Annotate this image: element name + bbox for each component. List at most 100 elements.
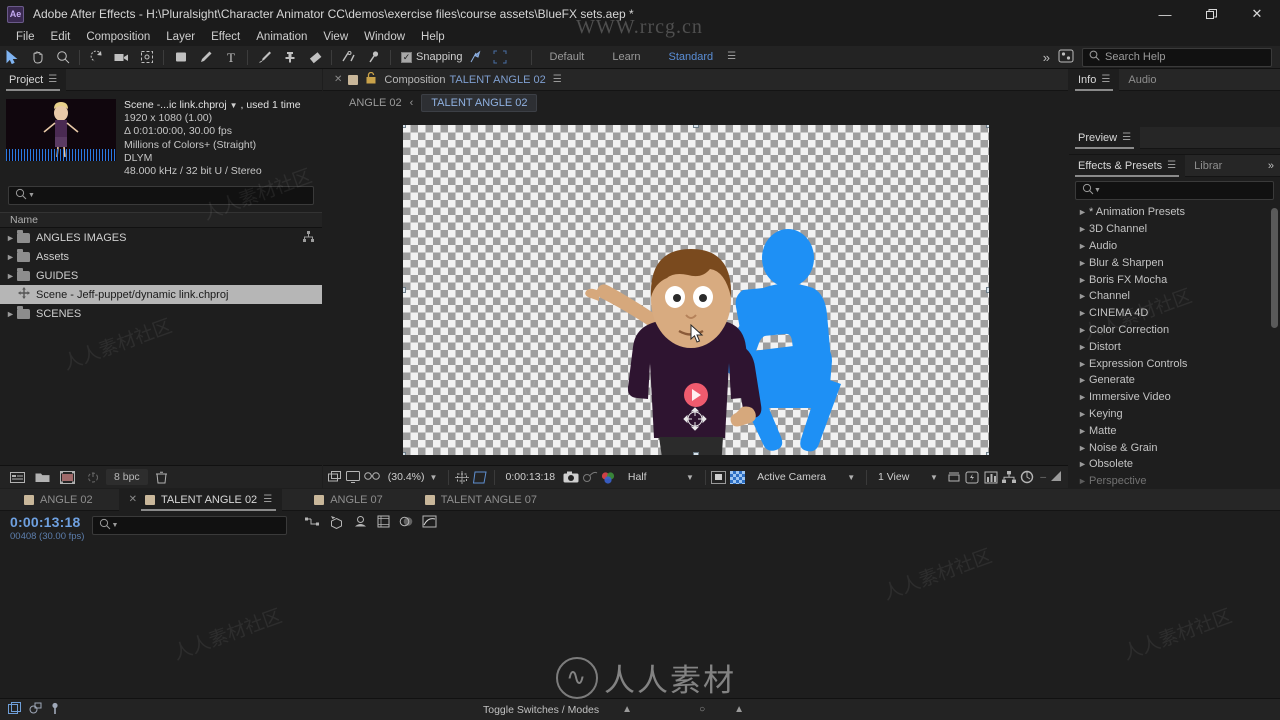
breadcrumb-talent-angle-02[interactable]: TALENT ANGLE 02 — [421, 93, 538, 112]
toggle-switches-modes-icon[interactable] — [8, 701, 22, 718]
exposure-value[interactable]: – — [1040, 471, 1046, 483]
twirl-icon[interactable]: ► — [1078, 409, 1089, 419]
effects-row-3d-channel[interactable]: ► 3D Channel — [1069, 221, 1280, 238]
new-folder-icon[interactable] — [31, 468, 53, 486]
twirl-icon[interactable]: ► — [1078, 443, 1089, 453]
tab-libraries[interactable]: Librar — [1185, 155, 1231, 177]
menu-composition[interactable]: Composition — [78, 28, 158, 46]
menu-file[interactable]: File — [8, 28, 43, 46]
twirl-icon[interactable]: ► — [4, 309, 17, 319]
eraser-tool-icon[interactable] — [302, 47, 327, 68]
pixel-aspect-correction-icon[interactable] — [946, 468, 962, 487]
enable-motion-blur-icon[interactable] — [399, 515, 413, 532]
twirl-icon[interactable]: ► — [4, 252, 17, 262]
search-dropdown-icon[interactable]: ▼ — [1094, 187, 1101, 194]
snapping-toggle[interactable]: ✓ Snapping — [401, 51, 463, 63]
selection-handle-ml[interactable] — [402, 286, 406, 293]
draft-3d-icon[interactable] — [329, 515, 344, 532]
main-viewer-icon[interactable] — [345, 468, 361, 487]
preview-panel-menu-icon[interactable]: ☰ — [1122, 132, 1131, 143]
composition-panel-menu-icon[interactable]: ☰ — [553, 74, 562, 85]
composition-stage[interactable] — [323, 114, 1068, 465]
tab-preview[interactable]: Preview ☰ — [1069, 126, 1141, 149]
new-composition-icon[interactable] — [56, 468, 78, 486]
snapshot-camera-icon[interactable] — [563, 468, 579, 487]
workspace-menu-icon[interactable]: ☰ — [727, 52, 736, 62]
twirl-icon[interactable]: ► — [1078, 275, 1089, 285]
timeline-panel-menu-icon[interactable]: ☰ — [263, 494, 272, 505]
workspace-default[interactable]: Default — [536, 51, 599, 63]
grid-guides-icon[interactable] — [454, 468, 470, 487]
menu-window[interactable]: Window — [356, 28, 413, 46]
composition-mini-flowchart-icon[interactable] — [305, 515, 320, 532]
twirl-icon[interactable]: ► — [1078, 258, 1089, 268]
toggle-transparency-grid-icon[interactable] — [729, 468, 745, 487]
selection-handle-bl[interactable] — [402, 451, 406, 455]
view-layout-dropdown[interactable]: 1 View ▼ — [872, 468, 944, 486]
timeline-fit-icon[interactable]: ○ — [699, 704, 705, 715]
layer-duplicate-icon[interactable] — [29, 702, 42, 718]
effects-row-expression-controls[interactable]: ► Expression Controls — [1069, 355, 1280, 372]
timeline-tab-angle-02[interactable]: ANGLE 02 — [14, 489, 103, 511]
timeline-search-input[interactable]: ▼ — [92, 516, 288, 535]
enable-frame-blending-icon[interactable] — [377, 515, 390, 532]
project-row-angles-images[interactable]: ► ANGLES IMAGES — [0, 228, 322, 247]
selection-handle-bc[interactable] — [692, 451, 699, 455]
selection-handle-tr[interactable] — [985, 124, 989, 128]
effects-category-list[interactable]: ► * Animation Presets ► 3D Channel ► Audio … — [1069, 204, 1280, 492]
effects-row-blur-sharpen[interactable]: ► Blur & Sharpen — [1069, 254, 1280, 271]
hand-tool-icon[interactable] — [25, 47, 50, 68]
tab-effects-presets[interactable]: Effects & Presets ☰ — [1069, 154, 1186, 177]
minimize-button[interactable]: — — [1142, 0, 1188, 28]
effects-row-matte[interactable]: ► Matte — [1069, 422, 1280, 439]
search-help-input[interactable]: Search Help — [1082, 47, 1272, 67]
delete-icon[interactable] — [151, 468, 173, 486]
type-tool-icon[interactable]: T — [218, 47, 243, 68]
3d-glasses-icon[interactable] — [363, 468, 380, 487]
toggle-switches-modes-label[interactable]: Toggle Switches / Modes — [483, 704, 599, 716]
effects-row-keying[interactable]: ► Keying — [1069, 406, 1280, 423]
effects-row-immersive-video[interactable]: ► Immersive Video — [1069, 389, 1280, 406]
rotation-tool-icon[interactable] — [84, 47, 109, 68]
timeline-tab-talent-angle-02[interactable]: ✕ TALENT ANGLE 02 ☰ — [118, 488, 283, 511]
twirl-icon[interactable]: ► — [1078, 342, 1089, 352]
effects-row-cinema-4d[interactable]: ► CINEMA 4D — [1069, 305, 1280, 322]
workspace-learn[interactable]: Learn — [598, 51, 654, 63]
puppet-pin-tool-icon[interactable] — [361, 47, 386, 68]
fast-previews-icon[interactable] — [964, 468, 980, 487]
current-time-display[interactable]: 0:00:13:18 — [500, 468, 562, 486]
close-tab-icon[interactable]: ✕ — [129, 494, 137, 505]
menu-animation[interactable]: Animation — [248, 28, 315, 46]
menu-effect[interactable]: Effect — [203, 28, 248, 46]
close-tab-icon[interactable]: ✕ — [334, 74, 342, 85]
twirl-icon[interactable]: ► — [1078, 207, 1089, 217]
breadcrumb-angle-02[interactable]: ANGLE 02 — [349, 97, 402, 109]
timeline-scroll-down-icon[interactable]: ▲ — [734, 704, 744, 715]
search-dropdown-icon[interactable]: ▼ — [28, 192, 35, 199]
reset-exposure-icon[interactable] — [1019, 468, 1035, 487]
workspace-overflow-icon[interactable]: » — [1043, 50, 1050, 65]
timeline-scroll-up-icon[interactable]: ▲ — [622, 704, 632, 715]
chevron-down-icon[interactable]: ▼ — [230, 101, 238, 110]
tab-project[interactable]: Project ☰ — [0, 68, 67, 91]
effects-row-audio[interactable]: ► Audio — [1069, 238, 1280, 255]
hide-shy-layers-icon[interactable] — [353, 515, 368, 532]
twirl-icon[interactable]: ► — [1078, 325, 1089, 335]
twirl-icon[interactable]: ► — [1078, 426, 1089, 436]
effects-row-obsolete[interactable]: ► Obsolete — [1069, 456, 1280, 473]
effects-panel-menu-icon[interactable]: ☰ — [1167, 160, 1176, 171]
twirl-icon[interactable]: ► — [1078, 308, 1089, 318]
bits-per-channel-button[interactable]: 8 bpc — [106, 469, 148, 485]
project-row-scene-chproj[interactable]: Scene - Jeff-puppet/dynamic link.chproj — [0, 285, 322, 305]
resolution-dropdown[interactable]: Half ▼ — [622, 468, 700, 486]
selection-handle-mr[interactable] — [985, 286, 989, 293]
panel-overflow-icon[interactable]: » — [1268, 160, 1274, 172]
snapping-checkbox[interactable]: ✓ — [401, 51, 412, 63]
twirl-icon[interactable]: ► — [4, 233, 17, 243]
composition-canvas[interactable] — [402, 124, 989, 455]
effects-row-color-correction[interactable]: ► Color Correction — [1069, 322, 1280, 339]
maximize-button[interactable] — [1188, 0, 1234, 28]
region-of-interest-icon[interactable] — [472, 468, 488, 487]
camera-tool-icon[interactable] — [109, 47, 134, 68]
effects-row-channel[interactable]: ► Channel — [1069, 288, 1280, 305]
